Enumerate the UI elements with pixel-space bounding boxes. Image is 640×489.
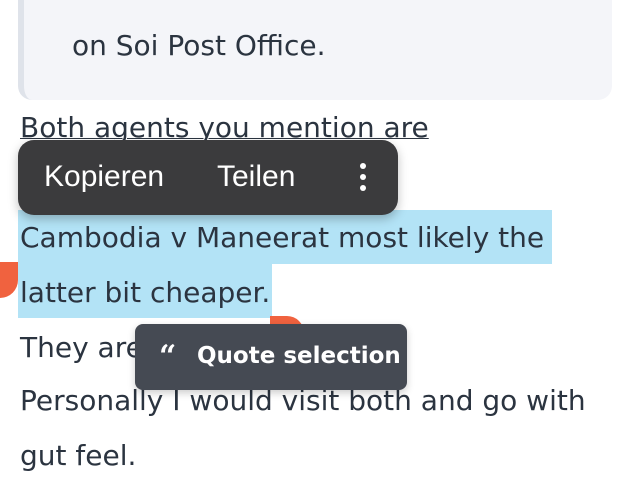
quote-selection-label: Quote selection	[197, 343, 401, 369]
vertical-ellipsis-icon[interactable]	[351, 160, 375, 194]
post-line-6: gut feel.	[20, 439, 137, 472]
selection-start-handle[interactable]	[0, 262, 18, 298]
quoted-message-block: on Soi Post Office.	[18, 0, 612, 100]
quote-marks-icon: “	[159, 339, 177, 374]
post-line-2: Cambodia v Maneerat most likely the	[20, 221, 545, 254]
quoted-text: on Soi Post Office.	[72, 29, 326, 62]
copy-button[interactable]: Kopieren	[44, 160, 164, 194]
quote-selection-button[interactable]: “ Quote selection	[135, 324, 407, 390]
post-line-4: They are	[20, 331, 143, 364]
text-selection-context-menu: Kopieren Teilen	[18, 140, 398, 215]
post-line-3: latter bit cheaper.	[20, 276, 271, 309]
share-button[interactable]: Teilen	[217, 160, 295, 194]
